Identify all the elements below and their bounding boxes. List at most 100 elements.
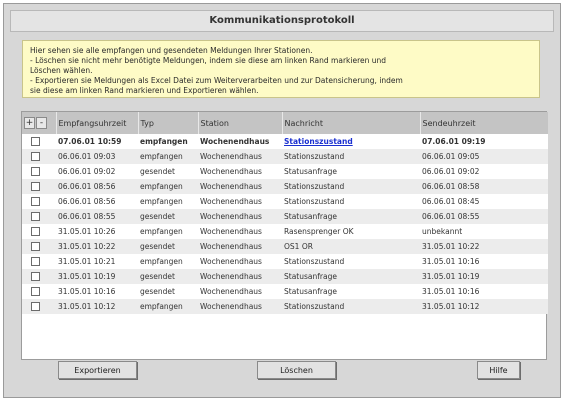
info-line: - Löschen sie nicht mehr benötigte Meldu… — [30, 56, 387, 65]
column-header-sendeuhrzeit[interactable]: Sendeuhrzeit — [420, 112, 548, 134]
row-checkbox[interactable] — [31, 182, 40, 192]
cell-typ: gesendet — [140, 167, 175, 176]
row-checkbox[interactable] — [31, 137, 40, 147]
cell-station: Wochenendhaus — [200, 272, 262, 281]
cell-sendeuhrzeit: 31.05.01 10:12 — [422, 302, 480, 311]
cell-typ: empfangen — [140, 227, 183, 236]
row-checkbox[interactable] — [31, 257, 40, 267]
table-row[interactable]: 06.06.01 08:55 gesendet Wochenendhaus Statu… — [22, 209, 548, 224]
cell-empfangsuhrzeit: 31.05.01 10:12 — [58, 302, 116, 311]
column-header-typ[interactable]: Typ — [138, 112, 199, 134]
cell-nachricht: Stationszustand — [284, 197, 345, 206]
row-checkbox[interactable] — [31, 242, 40, 252]
message-link[interactable]: Stationszustand — [284, 137, 353, 146]
cell-sendeuhrzeit: 31.05.01 10:16 — [422, 257, 480, 266]
table-row[interactable]: 31.05.01 10:22 gesendet Wochenendhaus OS1 O… — [22, 239, 548, 254]
cell-typ: gesendet — [140, 287, 175, 296]
row-select-cell — [22, 224, 56, 239]
cell-nachricht: Stationszustand — [284, 302, 345, 311]
cell-station: Wochenendhaus — [200, 167, 262, 176]
row-checkbox[interactable] — [31, 152, 40, 162]
selection-header: + - — [22, 112, 57, 134]
page-title: Kommunikationsprotokoll — [10, 10, 554, 32]
row-checkbox[interactable] — [31, 302, 40, 312]
cell-empfangsuhrzeit: 06.06.01 09:03 — [58, 152, 116, 161]
cell-nachricht: Statusanfrage — [284, 272, 337, 281]
cell-empfangsuhrzeit: 31.05.01 10:21 — [58, 257, 116, 266]
cell-sendeuhrzeit: 06.06.01 09:02 — [422, 167, 480, 176]
cell-sendeuhrzeit: 06.06.01 08:45 — [422, 197, 480, 206]
table-row[interactable]: 31.05.01 10:19 gesendet Wochenendhaus Statu… — [22, 269, 548, 284]
row-select-cell — [22, 284, 56, 299]
cell-station: Wochenendhaus — [200, 227, 262, 236]
cell-empfangsuhrzeit: 06.06.01 08:56 — [58, 182, 116, 191]
cell-empfangsuhrzeit: 06.06.01 08:55 — [58, 212, 116, 221]
table-row[interactable]: 07.06.01 10:59 empfangen Wochenendhaus Stat… — [22, 134, 548, 149]
help-button[interactable]: Hilfe — [477, 361, 520, 379]
cell-typ: empfangen — [140, 137, 188, 146]
table-row[interactable]: 31.05.01 10:12 empfangen Wochenendhaus Stat… — [22, 299, 548, 314]
row-select-cell — [22, 209, 56, 224]
table-header-row: + - Empfangsuhrzeit Typ Station Nachricht… — [22, 112, 548, 134]
row-select-cell — [22, 239, 56, 254]
cell-station: Wochenendhaus — [200, 287, 262, 296]
row-checkbox[interactable] — [31, 167, 40, 177]
cell-sendeuhrzeit: 06.06.01 09:05 — [422, 152, 480, 161]
cell-sendeuhrzeit: unbekannt — [422, 227, 463, 236]
row-select-cell — [22, 194, 56, 209]
row-checkbox[interactable] — [31, 197, 40, 207]
cell-typ: gesendet — [140, 272, 175, 281]
delete-button[interactable]: Löschen — [257, 361, 336, 379]
info-line: - Exportieren sie Meldungen als Excel Da… — [30, 76, 403, 85]
cell-nachricht: Stationszustand — [284, 182, 345, 191]
cell-typ: empfangen — [140, 302, 183, 311]
row-select-cell — [22, 299, 56, 314]
cell-empfangsuhrzeit: 31.05.01 10:22 — [58, 242, 116, 251]
cell-empfangsuhrzeit: 31.05.01 10:19 — [58, 272, 116, 281]
cell-station: Wochenendhaus — [200, 197, 262, 206]
cell-empfangsuhrzeit: 31.05.01 10:16 — [58, 287, 116, 296]
cell-typ: gesendet — [140, 242, 175, 251]
cell-empfangsuhrzeit: 07.06.01 10:59 — [58, 137, 122, 146]
cell-sendeuhrzeit: 31.05.01 10:19 — [422, 272, 480, 281]
cell-typ: empfangen — [140, 182, 183, 191]
cell-nachricht: Stationszustand — [284, 257, 345, 266]
row-checkbox[interactable] — [31, 227, 40, 237]
column-header-station[interactable]: Station — [198, 112, 283, 134]
cell-typ: empfangen — [140, 257, 183, 266]
table-row[interactable]: 06.06.01 09:02 gesendet Wochenendhaus Statu… — [22, 164, 548, 179]
row-select-cell — [22, 134, 56, 149]
cell-station: Wochenendhaus — [200, 212, 262, 221]
cell-typ: empfangen — [140, 152, 183, 161]
cell-station: Wochenendhaus — [200, 152, 262, 161]
cell-nachricht: Stationszustand — [284, 152, 345, 161]
select-all-button[interactable]: + — [24, 117, 35, 129]
row-checkbox[interactable] — [31, 272, 40, 282]
info-line: Löschen wählen. — [30, 66, 93, 75]
cell-sendeuhrzeit: 31.05.01 10:16 — [422, 287, 480, 296]
cell-station: Wochenendhaus — [200, 242, 262, 251]
row-select-cell — [22, 179, 56, 194]
info-box: Hier sehen sie alle empfangen und gesend… — [22, 40, 540, 98]
row-checkbox[interactable] — [31, 212, 40, 222]
deselect-all-button[interactable]: - — [36, 117, 47, 129]
table-row[interactable]: 31.05.01 10:16 gesendet Wochenendhaus Statu… — [22, 284, 548, 299]
row-checkbox[interactable] — [31, 287, 40, 297]
row-select-cell — [22, 164, 56, 179]
cell-nachricht: Statusanfrage — [284, 287, 337, 296]
cell-nachricht: Rasensprenger OK — [284, 227, 354, 236]
column-header-empfangsuhrzeit[interactable]: Empfangsuhrzeit — [56, 112, 139, 134]
table-row[interactable]: 31.05.01 10:21 empfangen Wochenendhaus Stat… — [22, 254, 548, 269]
table-row[interactable]: 06.06.01 08:56 empfangen Wochenendhaus Stat… — [22, 194, 548, 209]
cell-empfangsuhrzeit: 31.05.01 10:26 — [58, 227, 116, 236]
table-row[interactable]: 31.05.01 10:26 empfangen Wochenendhaus Rase… — [22, 224, 548, 239]
table-row[interactable]: 06.06.01 08:56 empfangen Wochenendhaus Stat… — [22, 179, 548, 194]
message-table: + - Empfangsuhrzeit Typ Station Nachricht… — [21, 111, 548, 360]
column-header-nachricht[interactable]: Nachricht — [282, 112, 421, 134]
table-row[interactable]: 06.06.01 09:03 empfangen Wochenendhaus Stat… — [22, 149, 548, 164]
cell-empfangsuhrzeit: 06.06.01 09:02 — [58, 167, 116, 176]
cell-nachricht: Statusanfrage — [284, 212, 337, 221]
cell-station: Wochenendhaus — [200, 302, 262, 311]
export-button[interactable]: Exportieren — [58, 361, 137, 379]
cell-sendeuhrzeit: 06.06.01 08:58 — [422, 182, 480, 191]
